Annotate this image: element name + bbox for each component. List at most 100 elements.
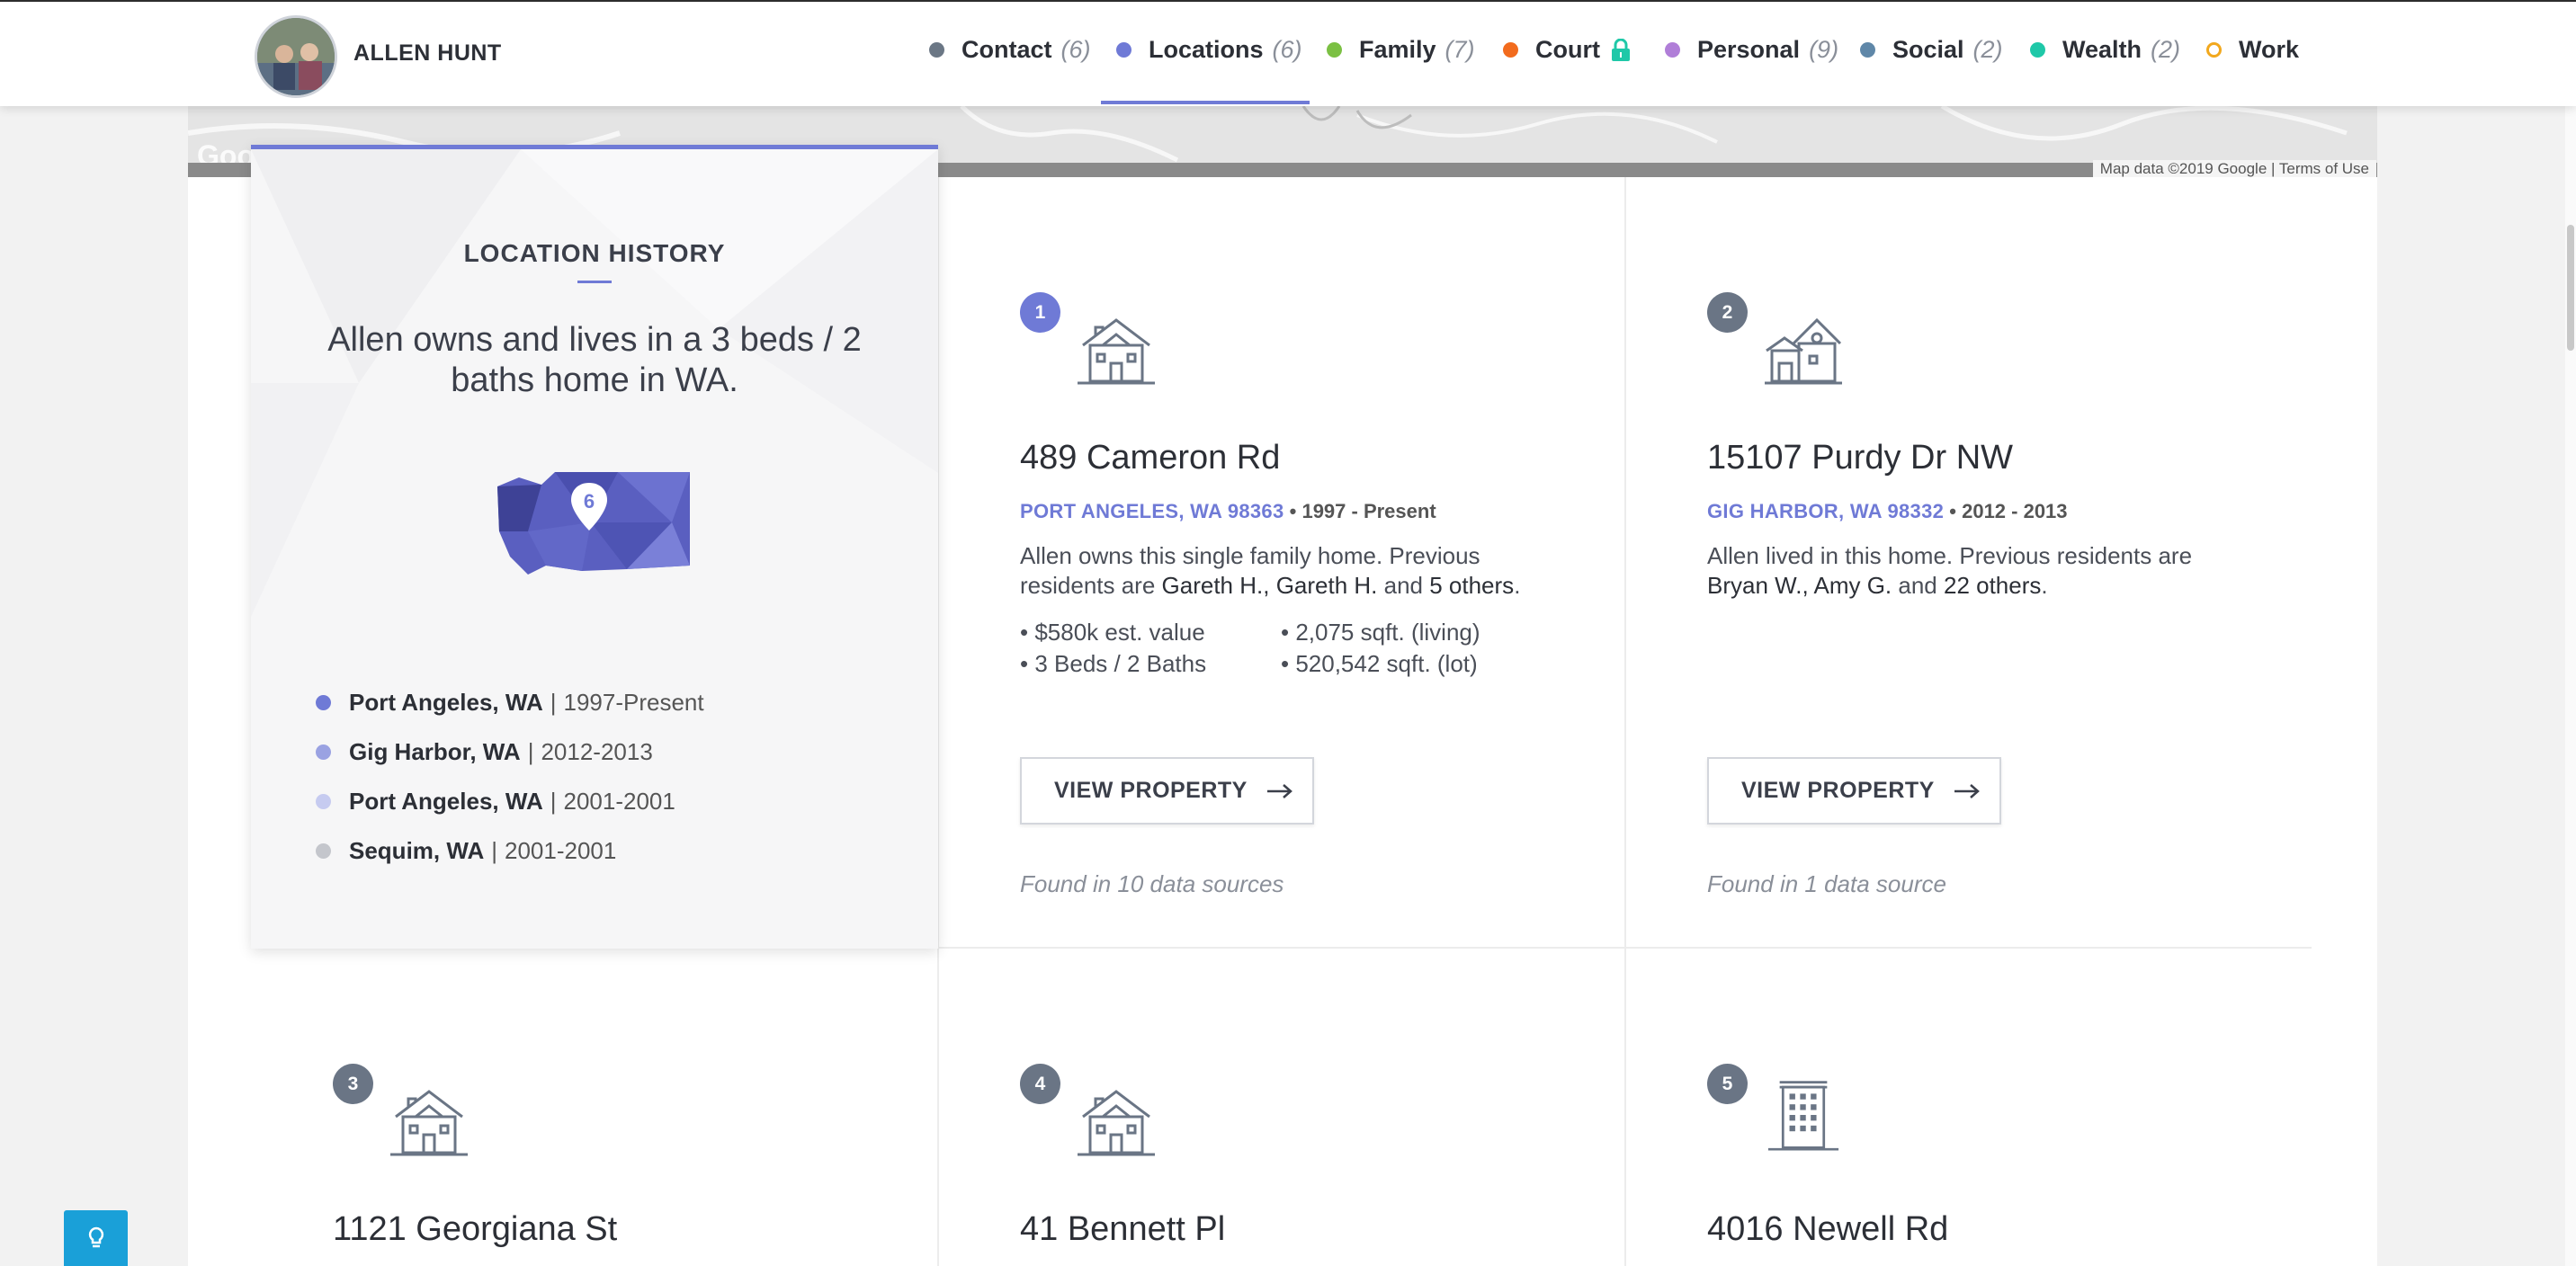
tips-button[interactable] — [64, 1210, 128, 1266]
map-data-credit: Map data ©2019 Google — [2099, 160, 2267, 177]
profile-avatar[interactable] — [255, 15, 337, 98]
fact-item: • $580k est. value — [1020, 619, 1205, 646]
history-separator: | — [527, 738, 534, 765]
history-item[interactable]: Port Angeles, WA | 1997-Present — [316, 689, 704, 717]
description-text: Allen lived in this home. Previous resid… — [1707, 542, 2193, 569]
history-item[interactable]: Sequim, WA | 2001-2001 — [316, 837, 616, 865]
tab-court[interactable]: Court — [1503, 36, 1631, 64]
history-separator: | — [550, 788, 557, 815]
locations-dot-icon — [1116, 42, 1131, 58]
house-icon — [1078, 318, 1155, 385]
top-header: ALLEN HUNT Contact (6) Locations (6) Fam… — [0, 0, 2576, 106]
arrow-right-icon — [1266, 783, 1292, 798]
map-terms-link[interactable]: Terms of Use — [2279, 160, 2369, 177]
property-number-badge: 3 — [333, 1064, 373, 1104]
personal-dot-icon — [1665, 42, 1680, 58]
history-item[interactable]: Port Angeles, WA | 2001-2001 — [316, 788, 675, 816]
history-place: Sequim, WA — [349, 837, 485, 864]
history-separator: | — [491, 837, 498, 864]
map-credit-separator: | — [2271, 160, 2279, 177]
property-cityline: GIG HARBOR, WA 98332 • 2012 - 2013 — [1707, 500, 2068, 523]
tab-label: Work — [2239, 36, 2300, 63]
property-description: Allen owns this single family home. Prev… — [1020, 541, 1560, 601]
fact-value: 3 Beds / 2 Baths — [1034, 650, 1207, 677]
tab-label: Court — [1535, 36, 1600, 63]
tab-family[interactable]: Family (7) — [1327, 36, 1475, 64]
lightbulb-icon — [88, 1226, 103, 1248]
arrow-right-icon — [1954, 783, 1980, 798]
history-summary: Allen owns and lives in a 3 beds / 2 bat… — [327, 321, 862, 399]
tab-count: (6) — [1272, 36, 1302, 63]
scrollbar-thumb[interactable] — [2567, 225, 2574, 351]
tab-label: Family — [1359, 36, 1436, 63]
history-place: Gig Harbor, WA — [349, 738, 521, 765]
property-separator: • — [1289, 500, 1302, 522]
history-place: Port Angeles, WA — [349, 788, 543, 815]
active-tab-indicator — [1101, 101, 1310, 104]
property-address[interactable]: 1121 Georgiana St — [333, 1210, 617, 1249]
previous-residents[interactable]: Bryan W., Amy G. — [1707, 572, 1892, 599]
fact-item: • 520,542 sqft. (lot) — [1281, 650, 1478, 677]
row-divider — [939, 947, 2312, 949]
property-cityline: PORT ANGELES, WA 98363 • 1997 - Present — [1020, 500, 1436, 523]
tab-wealth[interactable]: Wealth (2) — [2030, 36, 2180, 64]
property-city: PORT ANGELES, WA 98363 — [1020, 500, 1284, 522]
property-description: Allen lived in this home. Previous resid… — [1707, 541, 2247, 601]
data-sources-count: Found in 10 data sources — [1020, 870, 1284, 897]
history-years: 2001-2001 — [505, 837, 617, 864]
column-divider — [1624, 177, 1626, 1266]
tab-label: Personal — [1697, 36, 1801, 63]
property-address[interactable]: 15107 Purdy Dr NW — [1707, 439, 2013, 477]
title-underline — [577, 281, 612, 283]
description-text: and — [1892, 572, 1944, 599]
wealth-dot-icon — [2030, 42, 2045, 58]
tab-count: (9) — [1809, 36, 1839, 63]
previous-residents[interactable]: Gareth H., Gareth H. — [1162, 572, 1378, 599]
fact-value: $580k est. value — [1034, 619, 1205, 646]
history-title: LOCATION HISTORY — [463, 239, 726, 267]
other-residents-link[interactable]: 5 others — [1429, 572, 1514, 599]
property-years: 1997 - Present — [1301, 500, 1436, 522]
tab-work[interactable]: Work — [2206, 36, 2299, 64]
court-dot-icon — [1503, 42, 1518, 58]
history-years: 2012-2013 — [541, 738, 653, 765]
tab-label: Contact — [962, 36, 1052, 63]
tab-locations[interactable]: Locations (6) — [1116, 36, 1302, 64]
property-address[interactable]: 489 Cameron Rd — [1020, 439, 1280, 477]
description-period: . — [1514, 572, 1521, 599]
button-label: VIEW PROPERTY — [1054, 778, 1248, 803]
property-number-badge: 5 — [1707, 1064, 1748, 1104]
property-years: 2012 - 2013 — [1962, 500, 2068, 522]
fact-value: 2,075 sqft. (living) — [1295, 619, 1480, 646]
history-years: 2001-2001 — [563, 788, 675, 815]
history-item[interactable]: Gig Harbor, WA | 2012-2013 — [316, 738, 653, 766]
location-history-card: LOCATION HISTORY Allen owns and lives in… — [251, 145, 938, 949]
view-property-button[interactable]: VIEW PROPERTY — [1020, 757, 1314, 825]
house-icon — [1078, 1090, 1155, 1156]
description-text: and — [1377, 572, 1430, 599]
tab-count: (7) — [1445, 36, 1475, 63]
tab-label: Social — [1892, 36, 1964, 63]
property-number-badge: 2 — [1707, 292, 1748, 333]
washington-state-map-icon: 6 — [497, 472, 690, 575]
apartment-building-icon — [1767, 1081, 1839, 1151]
view-property-button[interactable]: VIEW PROPERTY — [1707, 757, 2001, 825]
tab-label: Wealth — [2062, 36, 2142, 63]
tab-label: Locations — [1149, 36, 1264, 63]
history-dot-icon — [316, 695, 331, 710]
house-icon — [1765, 317, 1842, 385]
tab-personal[interactable]: Personal (9) — [1665, 36, 1838, 64]
tab-count: (2) — [1972, 36, 2003, 63]
tab-contact[interactable]: Contact (6) — [929, 36, 1091, 64]
tab-social[interactable]: Social (2) — [1860, 36, 2003, 64]
map-credit: Map data ©2019 Google | Terms of Use — [2092, 160, 2376, 177]
map-pin-count: 6 — [584, 490, 595, 513]
property-address[interactable]: 4016 Newell Rd — [1707, 1210, 1948, 1249]
house-icon — [390, 1090, 468, 1156]
history-dot-icon — [316, 744, 331, 760]
property-number-badge: 4 — [1020, 1064, 1060, 1104]
property-address[interactable]: 41 Bennett Pl — [1020, 1210, 1225, 1249]
other-residents-link[interactable]: 22 others — [1944, 572, 2041, 599]
family-dot-icon — [1327, 42, 1342, 58]
fact-value: 520,542 sqft. (lot) — [1295, 650, 1478, 677]
